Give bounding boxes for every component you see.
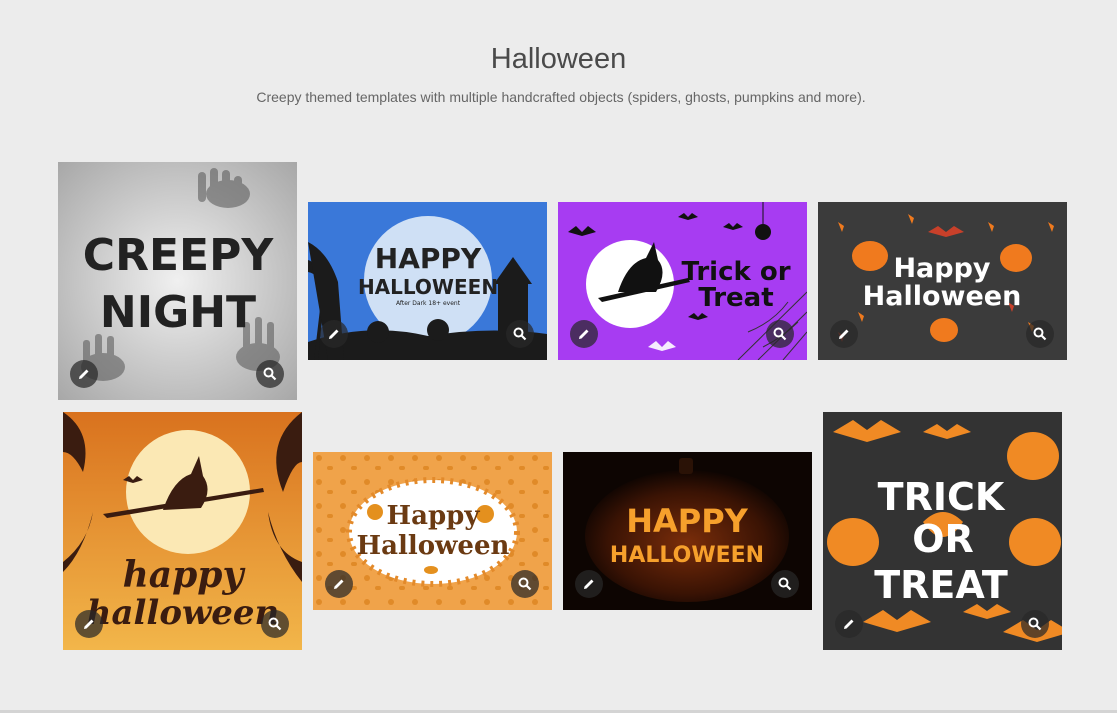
template-card-happy-halloween-dark-pumpkins[interactable]: Happy Halloween	[818, 202, 1067, 360]
pencil-icon	[334, 579, 344, 589]
preview-button[interactable]	[1026, 320, 1054, 348]
template-heading: TREAT	[874, 563, 1008, 607]
edit-button[interactable]	[75, 610, 103, 638]
template-heading: TRICK	[878, 475, 1006, 519]
pencil-icon	[579, 329, 589, 339]
magnifier-icon	[773, 327, 787, 341]
edit-button[interactable]	[575, 570, 603, 598]
template-heading: Halloween	[357, 531, 510, 561]
edit-button[interactable]	[570, 320, 598, 348]
magnifier-icon	[778, 577, 792, 591]
pencil-icon	[84, 619, 94, 629]
preview-button[interactable]	[1021, 610, 1049, 638]
pencil-icon	[839, 329, 849, 339]
template-heading: HALLOWEEN	[610, 543, 764, 568]
magnifier-icon	[268, 617, 282, 631]
magnifier-icon	[1033, 327, 1047, 341]
template-heading: HAPPY	[375, 242, 482, 275]
template-card-creepy-night[interactable]: CREEPY NIGHT	[58, 162, 297, 400]
magnifier-icon	[513, 327, 527, 341]
template-heading: NIGHT	[100, 287, 256, 338]
edit-button[interactable]	[325, 570, 353, 598]
template-card-happy-halloween-pattern-frame[interactable]: Happy Halloween	[313, 452, 552, 610]
template-heading: CREEPY	[83, 230, 275, 281]
template-heading: HAPPY	[626, 502, 748, 540]
preview-button[interactable]	[766, 320, 794, 348]
template-heading: OR	[912, 517, 974, 561]
pencil-icon	[329, 329, 339, 339]
template-card-happy-halloween-blue-moon[interactable]: HAPPY HALLOWEEN After Dark 18+ event	[308, 202, 547, 360]
preview-button[interactable]	[511, 570, 539, 598]
pencil-icon	[584, 579, 594, 589]
template-card-happy-halloween-orange-witch[interactable]: happy halloween	[63, 412, 302, 650]
edit-button[interactable]	[320, 320, 348, 348]
magnifier-icon	[518, 577, 532, 591]
pencil-icon	[844, 619, 854, 629]
template-tagline: After Dark 18+ event	[396, 300, 461, 307]
magnifier-icon	[1028, 617, 1042, 631]
template-card-trick-or-treat-purple-witch[interactable]: Trick or Treat	[558, 202, 807, 360]
preview-button[interactable]	[771, 570, 799, 598]
page-subtitle: Creepy themed templates with multiple ha…	[256, 89, 866, 105]
template-heading: Happy	[387, 501, 481, 531]
template-heading: HALLOWEEN	[358, 275, 498, 299]
template-heading: Halloween	[863, 281, 1022, 312]
template-heading: Happy	[893, 253, 990, 284]
edit-button[interactable]	[70, 360, 98, 388]
template-heading: Treat	[698, 283, 773, 313]
pencil-icon	[79, 369, 89, 379]
template-card-trick-or-treat-grunge[interactable]: TRICK OR TREAT	[823, 412, 1062, 650]
page-title: Halloween	[490, 43, 627, 75]
template-heading: halloween	[87, 593, 280, 633]
edit-button[interactable]	[835, 610, 863, 638]
preview-button[interactable]	[256, 360, 284, 388]
template-card-happy-halloween-carved-pumpkin[interactable]: HAPPY HALLOWEEN	[563, 452, 812, 610]
preview-button[interactable]	[506, 320, 534, 348]
edit-button[interactable]	[830, 320, 858, 348]
magnifier-icon	[263, 367, 277, 381]
template-heading: happy	[123, 554, 246, 596]
preview-button[interactable]	[261, 610, 289, 638]
